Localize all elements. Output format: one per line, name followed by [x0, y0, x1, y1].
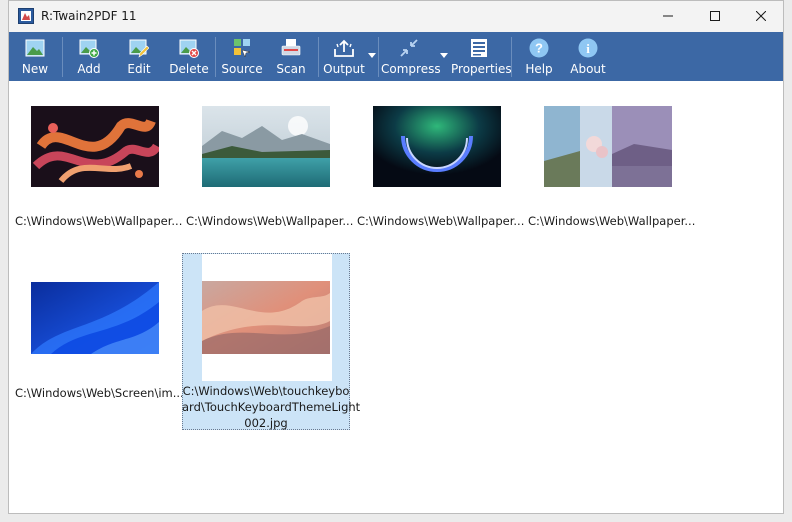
image-filename: C:\Windows\Web\Wallpaper... — [357, 214, 525, 228]
wallpaper-preview — [373, 106, 501, 187]
maximize-icon — [710, 11, 720, 21]
svg-text:?: ? — [535, 41, 543, 56]
toolbar-separator — [318, 37, 319, 77]
delete-image-icon — [179, 39, 199, 58]
new-image-icon — [25, 39, 45, 57]
source-button[interactable]: Source — [221, 32, 263, 81]
image-thumbnail[interactable] — [544, 106, 672, 187]
about-button[interactable]: i About — [567, 32, 609, 81]
minimize-button[interactable] — [645, 1, 691, 31]
new-button[interactable]: New — [15, 32, 55, 81]
delete-label: Delete — [169, 62, 209, 76]
app-logo-icon — [18, 8, 34, 24]
edit-image-icon — [129, 39, 149, 58]
scan-label: Scan — [276, 62, 306, 76]
image-filename: C:\Windows\Web\Screen\im... — [15, 386, 184, 400]
image-filename: C:\Windows\Web\touchkeybo ard\TouchKeybo… — [182, 383, 361, 431]
svg-text:i: i — [586, 41, 590, 56]
help-label: Help — [525, 62, 553, 76]
source-icon — [234, 39, 251, 58]
image-filename: C:\Windows\Web\Wallpaper... — [528, 214, 696, 228]
filename-line: 002.jpg — [244, 416, 288, 430]
wallpaper-preview — [31, 106, 161, 187]
delete-button[interactable]: Delete — [167, 32, 211, 81]
filename-line: ard\TouchKeyboardThemeLight — [182, 400, 361, 414]
edit-label: Edit — [127, 62, 151, 76]
source-label: Source — [221, 62, 263, 76]
output-dropdown-arrow[interactable] — [368, 53, 376, 58]
compress-icon — [400, 39, 418, 57]
output-label: Output — [323, 62, 365, 76]
output-button[interactable]: Output — [323, 32, 365, 81]
maximize-button[interactable] — [692, 1, 738, 31]
help-button[interactable]: ? Help — [519, 32, 559, 81]
new-label: New — [21, 62, 49, 76]
window-title: R:Twain2PDF 11 — [41, 9, 137, 23]
help-icon: ? — [529, 38, 549, 58]
image-thumbnail[interactable] — [31, 282, 159, 354]
scanner-icon — [281, 39, 301, 56]
title-bar[interactable]: R:Twain2PDF 11 — [9, 1, 783, 32]
toolbar-separator — [62, 37, 63, 77]
properties-label: Properties — [451, 62, 512, 76]
image-thumbnail[interactable] — [202, 254, 332, 381]
toolbar-separator — [378, 37, 379, 77]
about-label: About — [570, 62, 606, 76]
wallpaper-preview — [202, 106, 330, 187]
image-thumbnail[interactable] — [373, 106, 501, 187]
about-icon: i — [578, 38, 598, 58]
edit-button[interactable]: Edit — [119, 32, 159, 81]
add-button[interactable]: Add — [69, 32, 109, 81]
close-icon — [756, 11, 766, 21]
compress-button[interactable]: Compress — [381, 32, 441, 81]
properties-button[interactable]: Properties — [451, 32, 512, 81]
output-icon — [334, 39, 354, 57]
image-filename: C:\Windows\Web\Wallpaper... — [186, 214, 354, 228]
wallpaper-preview — [31, 282, 159, 354]
wallpaper-preview — [544, 106, 672, 187]
toolbar-separator — [511, 37, 512, 77]
image-filename: C:\Windows\Web\Wallpaper... — [15, 214, 183, 228]
scan-button[interactable]: Scan — [273, 32, 309, 81]
toolbar-separator — [215, 37, 216, 77]
add-label: Add — [77, 62, 101, 76]
app-window: R:Twain2PDF 11 New Add Edit Delete Sourc… — [8, 0, 784, 514]
compress-dropdown-arrow[interactable] — [440, 53, 448, 58]
compress-label: Compress — [381, 62, 441, 76]
minimize-icon — [663, 15, 673, 17]
main-toolbar: New Add Edit Delete Source Scan Output C… — [9, 32, 783, 81]
properties-icon — [471, 39, 487, 57]
wallpaper-preview — [202, 281, 330, 354]
image-thumbnail[interactable] — [202, 106, 330, 187]
close-button[interactable] — [738, 1, 784, 31]
image-thumbnail[interactable] — [31, 106, 161, 187]
add-image-icon — [79, 39, 99, 58]
filename-line: C:\Windows\Web\touchkeybo — [182, 384, 350, 398]
